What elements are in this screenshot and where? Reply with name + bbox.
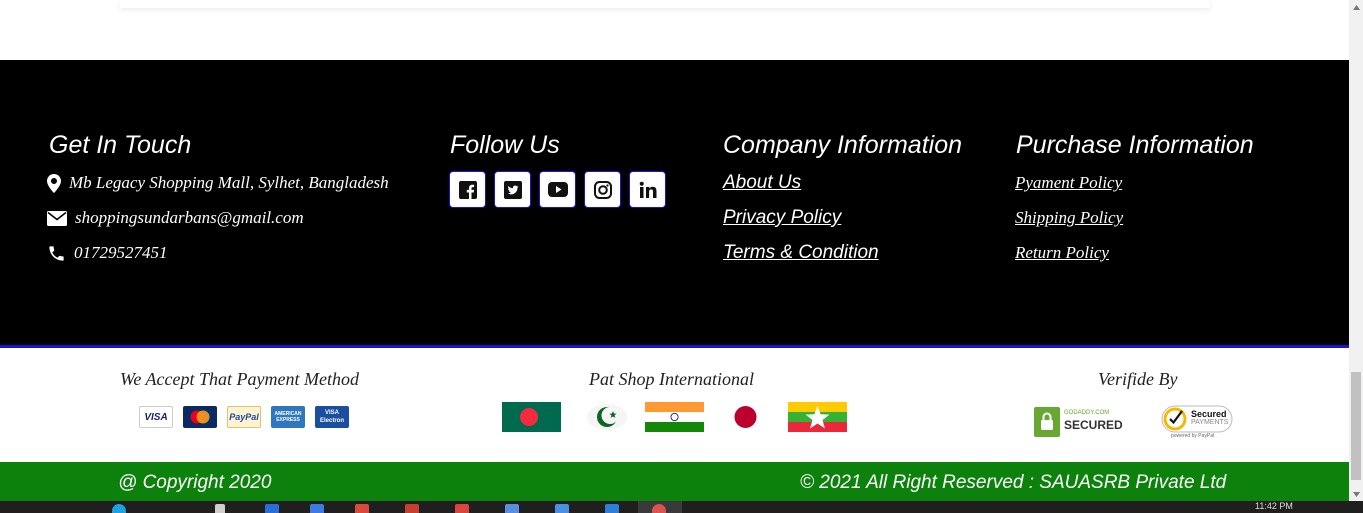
facebook-button[interactable] [449, 171, 486, 208]
taskbar-app-icon[interactable] [555, 504, 569, 513]
taskbar-app-icon[interactable] [455, 504, 469, 513]
youtube-icon [547, 182, 568, 197]
address-text: Mb Legacy Shopping Mall, Sylhet, Banglad… [69, 173, 389, 192]
terms-condition-link[interactable]: Terms & Condition [723, 242, 879, 264]
copyright-left: @ Copyright 2020 [118, 472, 272, 493]
myanmar-flag [788, 402, 847, 432]
japan-flag [716, 402, 775, 432]
email-row: shoppingsundarbans@gmail.com [47, 208, 304, 228]
godaddy-badge: GODADDY.COM SECURED [1034, 407, 1124, 437]
bangladesh-flag [502, 402, 561, 432]
follow-us-heading: Follow Us [450, 131, 560, 159]
social-links [449, 171, 666, 208]
godaddy-label: GODADDY.COM [1064, 410, 1110, 416]
paypal-card-icon: PayPal [227, 406, 261, 428]
phone-icon [49, 245, 64, 261]
verified-title: Verifide By [1098, 369, 1178, 389]
paypal-secured-badge: Secured PAYMENTS powered by PayPal [1161, 405, 1235, 441]
twitter-button[interactable] [494, 171, 531, 208]
payment-policy-link[interactable]: Pyament Policy [1015, 173, 1122, 193]
visa-electron-card-icon: VISA Electron [315, 406, 349, 428]
linkedin-icon [639, 181, 656, 198]
visa-card-icon: VISA [139, 406, 173, 428]
location-pin-icon [47, 173, 61, 193]
powered-by-paypal-text: powered by PayPal [1171, 433, 1215, 439]
taskbar-app-icon[interactable] [405, 504, 419, 513]
email-text[interactable]: shoppingsundarbans@gmail.com [75, 208, 304, 228]
twitter-icon [503, 180, 522, 199]
taskbar-app-icon[interactable] [215, 504, 225, 513]
international-title: Pat Shop International [589, 369, 754, 389]
taskbar-app-icon[interactable] [112, 504, 126, 513]
purchase-info-heading: Purchase Information [1016, 131, 1254, 159]
vertical-scrollbar[interactable] [1349, 0, 1363, 501]
india-flag [645, 402, 704, 432]
payments-text: PAYMENTS [1191, 419, 1229, 426]
taskbar-app-icon[interactable] [652, 504, 666, 513]
content-card-edge [120, 0, 1210, 8]
follow-us-column: Follow Us [450, 130, 560, 160]
taskbar-clock[interactable]: 11:42 PM [1255, 501, 1293, 511]
instagram-icon [593, 180, 612, 199]
os-taskbar: 11:42 PM [0, 501, 1363, 513]
instagram-button[interactable] [584, 171, 621, 208]
mastercard-icon [183, 406, 217, 428]
about-us-link[interactable]: About Us [723, 172, 801, 194]
payment-method-title: We Accept That Payment Method [120, 369, 359, 389]
taskbar-app-icon[interactable] [310, 504, 324, 513]
shipping-policy-link[interactable]: Shipping Policy [1015, 208, 1123, 228]
godaddy-secured-text: SECURED [1064, 418, 1123, 432]
facebook-icon [458, 180, 477, 199]
scroll-up-arrow-icon[interactable] [1349, 0, 1363, 14]
godaddy-lock-icon [1034, 407, 1060, 437]
secured-text: Secured [1191, 409, 1227, 419]
taskbar-app-icon[interactable] [605, 504, 619, 513]
phone-row: 01729527451 [47, 243, 168, 263]
company-info-heading: Company Information [723, 131, 963, 159]
phone-text[interactable]: 01729527451 [74, 243, 168, 263]
return-policy-link[interactable]: Return Policy [1015, 243, 1109, 263]
privacy-policy-link[interactable]: Privacy Policy [723, 207, 841, 229]
scrollbar-thumb[interactable] [1351, 372, 1361, 480]
get-in-touch-column: Get In Touch [49, 130, 191, 160]
youtube-button[interactable] [539, 171, 576, 208]
linkedin-button[interactable] [629, 171, 666, 208]
taskbar-app-icon[interactable] [355, 504, 369, 513]
purchase-info-column: Purchase Information [1016, 130, 1254, 160]
scroll-down-arrow-icon[interactable] [1349, 487, 1363, 501]
taskbar-app-icon[interactable] [265, 504, 279, 513]
address-row: Mb Legacy Shopping Mall, Sylhet, Banglad… [47, 173, 389, 193]
amex-card-icon: AMERICAN EXPRESS [271, 406, 305, 428]
copyright-right: © 2021 All Right Reserved : SAUASRB Priv… [800, 472, 1227, 493]
pakistan-flag [587, 404, 627, 430]
company-info-column: Company Information [723, 130, 962, 160]
taskbar-app-icon[interactable] [505, 504, 519, 513]
get-in-touch-heading: Get In Touch [49, 131, 192, 159]
envelope-icon [47, 210, 67, 226]
footer-main [0, 60, 1349, 345]
page: Get In Touch Mb Legacy Shopping Mall, Sy… [0, 0, 1349, 501]
